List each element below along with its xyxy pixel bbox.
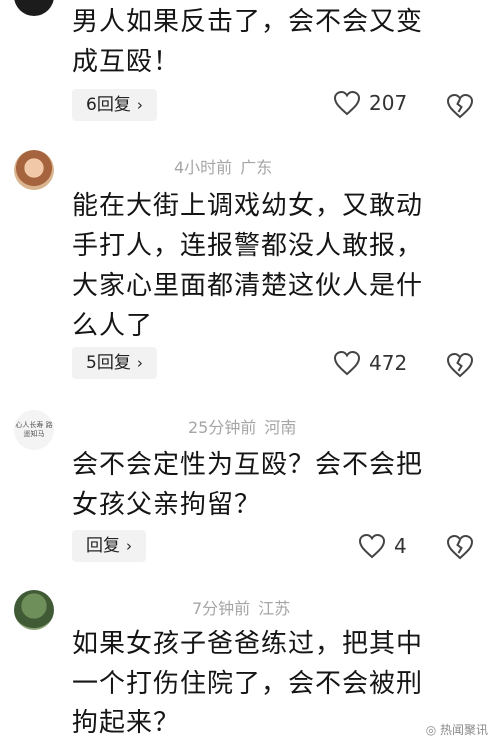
comment-text-line: 一个打伤住院了，会不会被刑 — [72, 669, 424, 699]
comment-location: 江苏 — [258, 599, 291, 618]
watermark: ◎ 热闻聚讯 — [421, 719, 492, 740]
avatar[interactable] — [14, 590, 54, 630]
comment-text-line: 如果女孩子爸爸练过，把其中 — [72, 629, 424, 659]
comment-meta: 7分钟前 江苏 — [192, 595, 290, 619]
comment-4: 7分钟前 江苏 如果女孩子爸爸练过，把其中 一个打伤住院了，会不会被刑 拘起来？ — [0, 0, 500, 748]
comment-time: 7分钟前 — [192, 599, 251, 618]
comment-text-line: 拘起来？ — [72, 708, 181, 738]
